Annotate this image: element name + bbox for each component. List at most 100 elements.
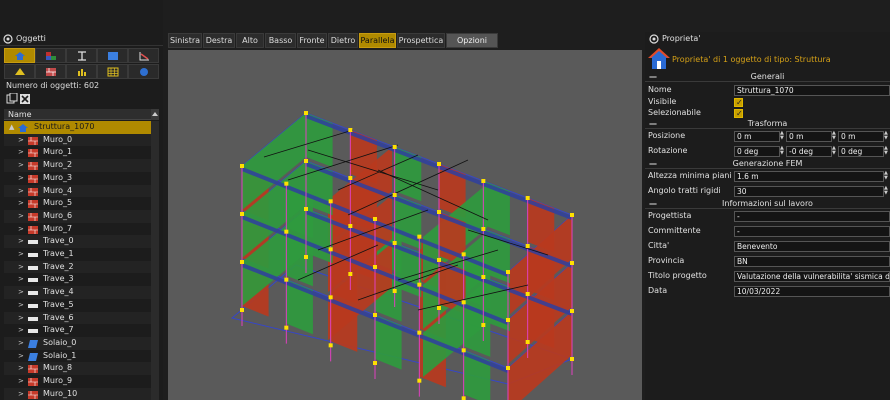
tree-item[interactable]: > Trave_5 [4, 298, 151, 312]
properties-panel-title: Proprieta' [645, 32, 890, 46]
tree-item[interactable]: > Muro_1 [4, 146, 151, 160]
expand-arrow-icon[interactable]: > [18, 172, 24, 185]
posizione-y-field[interactable]: 0 m [786, 131, 832, 142]
rotazione-x-field[interactable]: 0 deg [734, 146, 780, 157]
tree-item[interactable]: > Trave_6 [4, 311, 151, 325]
filter-tamponatura-button[interactable] [35, 64, 66, 79]
tree-item[interactable]: > Muro_0 [4, 133, 151, 147]
tree-item[interactable]: > Muro_3 [4, 171, 151, 185]
tab-destra[interactable]: Destra [203, 33, 235, 48]
expand-arrow-icon[interactable]: > [18, 185, 24, 198]
section-generali-label: Generali [750, 72, 785, 81]
filter-muro-button[interactable] [35, 48, 66, 63]
tree-item[interactable]: > Muro_5 [4, 197, 151, 210]
filter-struttura-button[interactable] [4, 48, 35, 63]
filter-carichi-button[interactable] [128, 48, 159, 63]
collapse-arrow-icon[interactable]: ▲ [9, 121, 14, 134]
tree-item[interactable]: > Muro_9 [4, 375, 151, 388]
expand-arrow-icon[interactable]: > [18, 388, 24, 400]
tab-parallela[interactable]: Parallela [359, 33, 396, 48]
tree-item[interactable]: > Solaio_1 [4, 349, 151, 363]
tab-alto[interactable]: Alto [236, 33, 264, 48]
expand-arrow-icon[interactable]: > [18, 223, 24, 236]
expand-arrow-icon[interactable]: > [18, 273, 24, 286]
filter-griglia-button[interactable] [97, 64, 128, 79]
expand-arrow-icon[interactable]: > [18, 337, 24, 350]
tree-item[interactable]: > Trave_1 [4, 248, 151, 261]
tree-item[interactable]: > Trave_0 [4, 235, 151, 248]
expand-arrow-icon[interactable]: > [18, 375, 24, 388]
progettista-field[interactable]: - [734, 211, 890, 222]
expand-arrow-icon[interactable]: > [18, 146, 24, 159]
tab-prospettica[interactable]: Prospettica [397, 33, 445, 48]
scroll-up-button[interactable] [151, 109, 159, 120]
expand-arrow-icon[interactable]: > [18, 210, 24, 223]
tab-dietro[interactable]: Dietro [328, 33, 358, 48]
expand-arrow-icon[interactable]: > [18, 350, 24, 363]
fem-node [417, 378, 422, 383]
expand-arrow-icon[interactable]: > [18, 197, 24, 210]
delete-icon[interactable] [20, 94, 30, 104]
tree-item[interactable]: > Solaio_0 [4, 336, 151, 350]
slab-icon [28, 352, 38, 361]
expand-arrow-icon[interactable]: > [18, 286, 24, 299]
filter-solaio-button[interactable] [97, 48, 128, 63]
tree-item[interactable]: > Trave_3 [4, 273, 151, 287]
altezza-field[interactable]: 1.6 m [734, 171, 884, 182]
section-lavoro[interactable]: — Informazioni sul lavoro [645, 198, 890, 209]
expand-arrow-icon[interactable]: > [18, 261, 24, 274]
tree-item[interactable]: > Muro_8 [4, 362, 151, 375]
expand-arrow-icon[interactable]: > [18, 134, 24, 147]
titolo-field[interactable]: Valutazione della vulnerabilita' sismica… [734, 271, 890, 282]
expand-arrow-icon[interactable]: > [18, 248, 24, 261]
filter-trave-button[interactable] [66, 48, 97, 63]
tree-item[interactable]: > Muro_6 [4, 209, 151, 223]
tree-item[interactable]: ▲ Struttura_1070 [4, 121, 151, 134]
expand-arrow-icon[interactable]: > [18, 312, 24, 325]
blocks-icon [46, 52, 56, 60]
section-fem[interactable]: — Generazione FEM [645, 158, 890, 169]
3d-viewport[interactable] [168, 50, 642, 400]
posizione-x-field[interactable]: 0 m [734, 131, 780, 142]
angolo-field[interactable]: 30 [734, 186, 884, 197]
altezza-spinner[interactable]: ▲ ▼ [884, 171, 890, 182]
tree-item[interactable]: > Trave_2 [4, 260, 151, 274]
properties-subtitle: Proprieta' di 1 oggetto di tipo: Struttu… [672, 55, 831, 64]
tree-item[interactable]: > Muro_4 [4, 184, 151, 198]
tree-item[interactable]: > Trave_7 [4, 324, 151, 337]
rotazione-z-spinner[interactable]: ▲ ▼ [884, 146, 890, 157]
expand-arrow-icon[interactable]: > [18, 299, 24, 312]
tab-opzioni-vista[interactable]: Opzioni vista [446, 33, 498, 58]
posizione-z-spinner[interactable]: ▲ ▼ [884, 131, 890, 142]
committente-field[interactable]: - [734, 226, 890, 237]
section-generali[interactable]: — Generali [645, 71, 890, 82]
posizione-z-field[interactable]: 0 m [838, 131, 884, 142]
tree-item[interactable]: > Muro_7 [4, 222, 151, 236]
filter-fondazione-button[interactable] [4, 64, 35, 79]
section-trasforma[interactable]: — Trasforma [645, 118, 890, 129]
citta-field[interactable]: Benevento [734, 241, 890, 252]
fem-node [348, 128, 353, 132]
provincia-field[interactable]: BN [734, 256, 890, 267]
angolo-spinner[interactable]: ▲ ▼ [884, 186, 890, 197]
expand-arrow-icon[interactable]: > [18, 362, 24, 375]
tree-item[interactable]: > Trave_4 [4, 286, 151, 299]
tree-scrollbar[interactable] [151, 121, 159, 400]
filter-globo-button[interactable] [128, 64, 159, 79]
tree-item[interactable]: > Muro_2 [4, 159, 151, 172]
copy-icon[interactable] [6, 92, 18, 104]
tree-item[interactable]: > Muro_10 [4, 387, 151, 400]
tab-fronte[interactable]: Fronte [297, 33, 327, 48]
tab-sinistra[interactable]: Sinistra [168, 33, 202, 48]
expand-arrow-icon[interactable]: > [18, 235, 24, 248]
selezionabile-checkbox[interactable] [734, 107, 743, 121]
data-field[interactable]: 10/03/2022 [734, 286, 890, 297]
filter-grafici-button[interactable] [66, 64, 97, 79]
structure-model-render[interactable] [168, 50, 642, 400]
rotazione-y-field[interactable]: -0 deg [786, 146, 832, 157]
rotazione-z-field[interactable]: 0 deg [838, 146, 884, 157]
expand-arrow-icon[interactable]: > [18, 159, 24, 172]
tab-basso[interactable]: Basso [265, 33, 296, 48]
expand-arrow-icon[interactable]: > [18, 324, 24, 337]
wall-icon [28, 378, 38, 386]
